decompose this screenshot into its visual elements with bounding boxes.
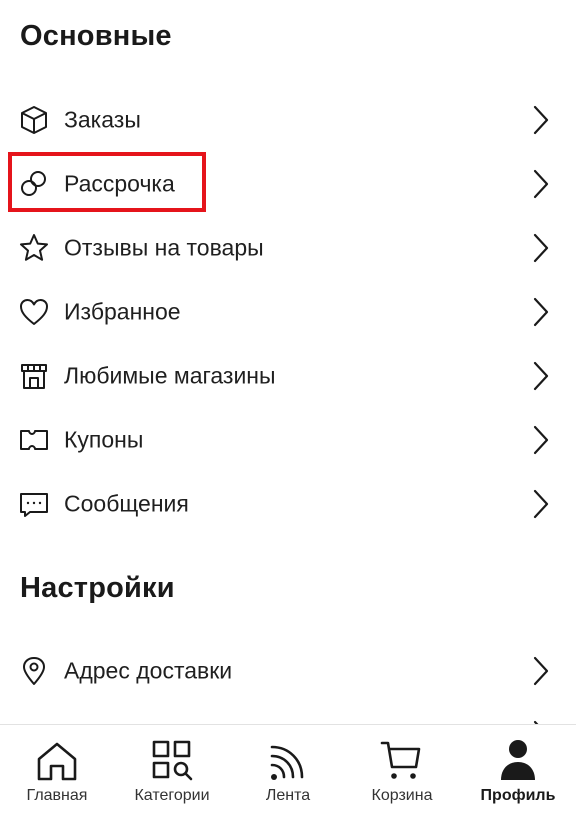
menu-item-label: Любимые магазины: [64, 362, 276, 389]
menu-item-favorites[interactable]: Избранное: [0, 280, 576, 344]
section-title-settings: Настройки: [20, 572, 175, 604]
chevron-right-icon: [526, 231, 554, 265]
coupon-icon: [18, 424, 50, 456]
chevron-right-icon: [526, 103, 554, 137]
menu-item-label: Отзывы на товары: [64, 234, 264, 261]
tab-label: Профиль: [480, 787, 556, 804]
menu-item-messages[interactable]: Сообщения: [0, 472, 576, 536]
chevron-right-icon: [526, 359, 554, 393]
feed-icon: [264, 737, 312, 785]
tab-cart[interactable]: Корзина: [347, 725, 457, 819]
menu-item-label: Сообщения: [64, 490, 189, 517]
tab-label: Главная: [26, 787, 88, 804]
chevron-right-icon: [526, 487, 554, 521]
menu-item-label: Избранное: [64, 298, 181, 325]
menu-item-favorite-stores[interactable]: Любимые магазины: [0, 344, 576, 408]
tab-label: Корзина: [371, 787, 433, 804]
profile-icon: [494, 737, 542, 785]
tab-categories[interactable]: Категории: [117, 725, 227, 819]
categories-icon: [148, 737, 196, 785]
installment-icon: [18, 168, 50, 200]
location-pin-icon: [18, 655, 50, 687]
home-icon: [33, 737, 81, 785]
menu-item-delivery-address[interactable]: Адрес доставки: [0, 639, 576, 703]
tab-label: Лента: [265, 787, 311, 804]
chevron-right-icon: [526, 654, 554, 688]
star-icon: [18, 232, 50, 264]
menu-item-label: Адрес доставки: [64, 657, 233, 684]
tab-label: Категории: [134, 787, 210, 804]
cart-icon: [378, 737, 426, 785]
menu-item-reviews[interactable]: Отзывы на товары: [0, 216, 576, 280]
chevron-right-icon: [526, 423, 554, 457]
chevron-right-icon: [526, 295, 554, 329]
tab-profile[interactable]: Профиль: [463, 725, 573, 819]
section-title-main: Основные: [20, 20, 172, 52]
tab-home[interactable]: Главная: [2, 725, 112, 819]
menu-item-label: Заказы: [64, 106, 141, 133]
chevron-right-icon: [526, 167, 554, 201]
store-icon: [18, 360, 50, 392]
menu-item-orders[interactable]: Заказы: [0, 88, 576, 152]
message-icon: [18, 488, 50, 520]
box-icon: [18, 104, 50, 136]
menu-item-installment[interactable]: Рассрочка: [0, 152, 576, 216]
bottom-tab-bar: Главная Категории Лента Корзина Профиль: [0, 724, 576, 819]
menu-item-label: Рассрочка: [64, 170, 175, 197]
tab-feed[interactable]: Лента: [233, 725, 343, 819]
heart-icon: [18, 296, 50, 328]
menu-item-coupons[interactable]: Купоны: [0, 408, 576, 472]
menu-item-label: Купоны: [64, 426, 144, 453]
